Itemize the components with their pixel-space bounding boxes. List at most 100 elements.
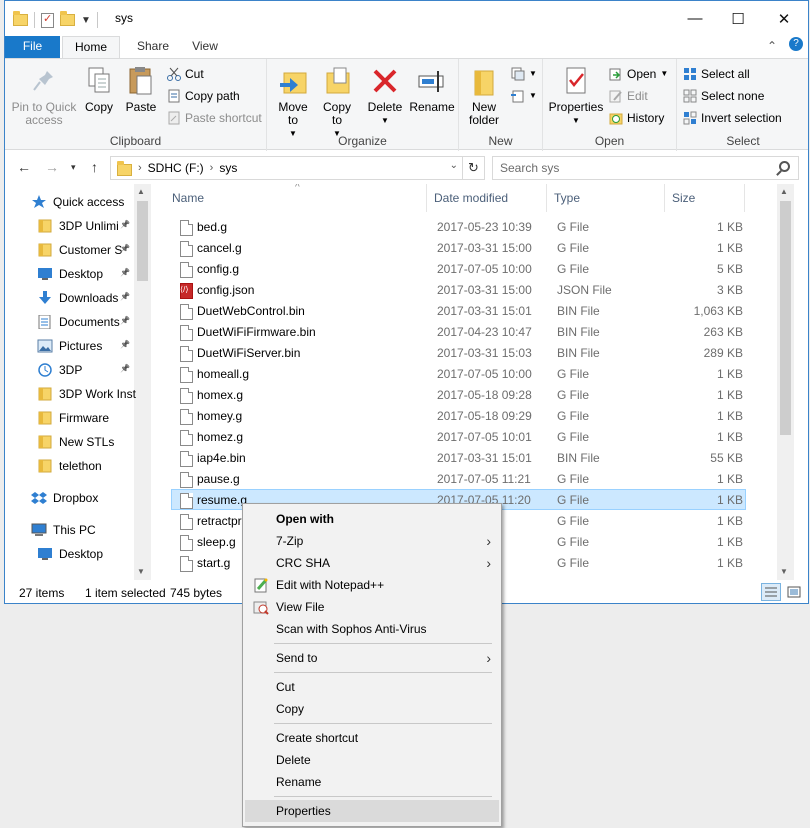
- nav-item[interactable]: Pictures 📌: [5, 335, 137, 357]
- table-row[interactable]: DuetWebControl.bin 2017-03-31 15:01 BIN Fi…: [171, 300, 746, 321]
- table-row[interactable]: DuetWiFiServer.bin 2017-03-31 15:03 BIN Fi…: [171, 342, 746, 363]
- nav-item[interactable]: Desktop: [5, 543, 137, 565]
- details-view-icon[interactable]: [761, 583, 781, 601]
- nav-item[interactable]: Documents 📌: [5, 311, 137, 333]
- menu-item[interactable]: View File: [245, 596, 499, 618]
- tab-file[interactable]: File: [5, 36, 60, 58]
- properties-button[interactable]: Properties ▼: [547, 65, 605, 127]
- breadcrumb-folder[interactable]: sys: [219, 161, 237, 175]
- menu-item[interactable]: Send to ›: [245, 647, 499, 669]
- pin-to-quick-access-button[interactable]: Pin to Quick access: [11, 65, 77, 127]
- table-row[interactable]: bed.g 2017-05-23 10:39 G File 1 KB: [171, 216, 746, 237]
- table-row[interactable]: homey.g 2017-05-18 09:29 G File 1 KB: [171, 405, 746, 426]
- nav-item[interactable]: 3DP 📌: [5, 359, 137, 381]
- paste-shortcut-button[interactable]: Paste shortcut: [167, 109, 262, 127]
- table-row[interactable]: homex.g 2017-05-18 09:28 G File 1 KB: [171, 384, 746, 405]
- close-button[interactable]: ✕: [761, 1, 807, 36]
- edit-button[interactable]: Edit: [609, 87, 648, 105]
- new-item-button[interactable]: ▼: [511, 65, 537, 83]
- recent-locations-chevron-down-icon[interactable]: ▾: [71, 162, 76, 173]
- nav-item[interactable]: 3DP Unlimi 📌: [5, 215, 137, 237]
- menu-item[interactable]: Scan with Sophos Anti-Virus: [245, 618, 499, 640]
- menu-separator: [274, 723, 492, 724]
- cut-button[interactable]: Cut: [167, 65, 204, 83]
- menu-item[interactable]: CRC SHA ›: [245, 552, 499, 574]
- nav-item[interactable]: Firmware: [5, 407, 137, 429]
- menu-item[interactable]: 7-Zip ›: [245, 530, 499, 552]
- scroll-up-icon[interactable]: ▲: [780, 187, 788, 196]
- nav-item[interactable]: telethon: [5, 455, 137, 477]
- back-arrow-icon[interactable]: ←: [17, 159, 31, 175]
- column-header-type[interactable]: Type: [547, 184, 665, 212]
- menu-item[interactable]: Open with: [245, 508, 499, 530]
- open-button[interactable]: Open ▼: [609, 65, 668, 83]
- breadcrumb-drive[interactable]: SDHC (F:): [148, 161, 204, 175]
- nav-item[interactable]: Dropbox: [5, 487, 137, 509]
- nav-item[interactable]: This PC: [5, 519, 137, 541]
- select-all-button[interactable]: Select all: [683, 65, 750, 83]
- file-icon: [180, 493, 193, 509]
- table-row[interactable]: DuetWiFiFirmware.bin 2017-04-23 10:47 BIN …: [171, 321, 746, 342]
- table-row[interactable]: cancel.g 2017-03-31 15:00 G File 1 KB: [171, 237, 746, 258]
- nav-item[interactable]: New STLs: [5, 431, 137, 453]
- new-folder-icon[interactable]: [60, 11, 75, 26]
- scroll-down-icon[interactable]: ▼: [137, 567, 145, 576]
- minimize-button[interactable]: —: [672, 1, 718, 36]
- address-bar[interactable]: › SDHC (F:) › sys ⌄ ↻: [110, 156, 485, 180]
- scrollbar-thumb[interactable]: [137, 201, 148, 281]
- ribbon-group-clipboard: Pin to Quick access Copy Paste Cut Copy …: [5, 59, 267, 151]
- properties-icon[interactable]: [41, 12, 54, 28]
- menu-item[interactable]: Delete: [245, 749, 499, 771]
- scroll-up-icon[interactable]: ▲: [137, 187, 145, 196]
- menu-item[interactable]: Copy: [245, 698, 499, 720]
- rename-button[interactable]: Rename: [407, 65, 457, 114]
- nav-item[interactable]: Quick access: [5, 191, 137, 213]
- copy-to-button[interactable]: Copy to ▼: [319, 65, 355, 140]
- select-none-button[interactable]: Select none: [683, 87, 764, 105]
- customize-toolbar-chevron-down-icon[interactable]: ▼: [81, 15, 91, 26]
- invert-selection-button[interactable]: Invert selection: [683, 109, 782, 127]
- menu-item[interactable]: Create shortcut: [245, 727, 499, 749]
- easy-access-button[interactable]: ▼: [511, 87, 537, 105]
- collapse-ribbon-chevron-up-icon[interactable]: ⌃: [767, 39, 777, 53]
- table-row[interactable]: pause.g 2017-07-05 11:21 G File 1 KB: [171, 468, 746, 489]
- column-header-name[interactable]: Name ^: [165, 184, 427, 212]
- tab-home[interactable]: Home: [62, 36, 120, 58]
- table-row[interactable]: config.g 2017-07-05 10:00 G File 5 KB: [171, 258, 746, 279]
- tab-view[interactable]: View: [187, 36, 223, 58]
- help-icon[interactable]: ?: [789, 37, 803, 51]
- nav-item[interactable]: 3DP Work Inst: [5, 383, 137, 405]
- nav-item[interactable]: Customer S 📌: [5, 239, 137, 261]
- forward-arrow-icon[interactable]: →: [45, 159, 59, 175]
- nav-item[interactable]: Downloads 📌: [5, 287, 137, 309]
- copy-path-button[interactable]: Copy path: [167, 87, 240, 105]
- table-row[interactable]: iap4e.bin 2017-03-31 15:01 BIN File 55 KB: [171, 447, 746, 468]
- column-header-date[interactable]: Date modified: [427, 184, 547, 212]
- menu-item[interactable]: Cut: [245, 676, 499, 698]
- nav-item[interactable]: Desktop 📌: [5, 263, 137, 285]
- menu-item[interactable]: Rename: [245, 771, 499, 793]
- history-button[interactable]: History: [609, 109, 664, 127]
- address-history-chevron-down-icon[interactable]: ⌄: [450, 160, 458, 171]
- column-header-size[interactable]: Size: [665, 184, 745, 212]
- up-arrow-icon[interactable]: ↑: [91, 159, 98, 175]
- delete-button[interactable]: Delete ▼: [367, 65, 403, 127]
- paste-button[interactable]: Paste: [123, 65, 159, 114]
- menu-item[interactable]: Edit with Notepad++: [245, 574, 499, 596]
- menu-item[interactable]: Properties: [245, 800, 499, 822]
- refresh-icon[interactable]: ↻: [462, 157, 484, 179]
- tab-share[interactable]: Share: [133, 36, 173, 58]
- filelist-scrollbar[interactable]: ▲ ▼: [777, 184, 794, 580]
- scroll-down-icon[interactable]: ▼: [780, 567, 788, 576]
- copy-button[interactable]: Copy: [81, 65, 117, 114]
- large-icons-view-icon[interactable]: [784, 583, 804, 601]
- scrollbar-thumb[interactable]: [780, 201, 791, 435]
- move-to-button[interactable]: Move to ▼: [275, 65, 311, 140]
- table-row[interactable]: homez.g 2017-07-05 10:01 G File 1 KB: [171, 426, 746, 447]
- new-folder-button[interactable]: New folder: [463, 65, 505, 127]
- table-row[interactable]: config.json 2017-03-31 15:00 JSON File 3 KB: [171, 279, 746, 300]
- ribbon-group-label: Select: [726, 134, 760, 148]
- search-input[interactable]: Search sys: [492, 156, 799, 180]
- table-row[interactable]: homeall.g 2017-07-05 10:00 G File 1 KB: [171, 363, 746, 384]
- maximize-button[interactable]: ☐: [715, 1, 761, 36]
